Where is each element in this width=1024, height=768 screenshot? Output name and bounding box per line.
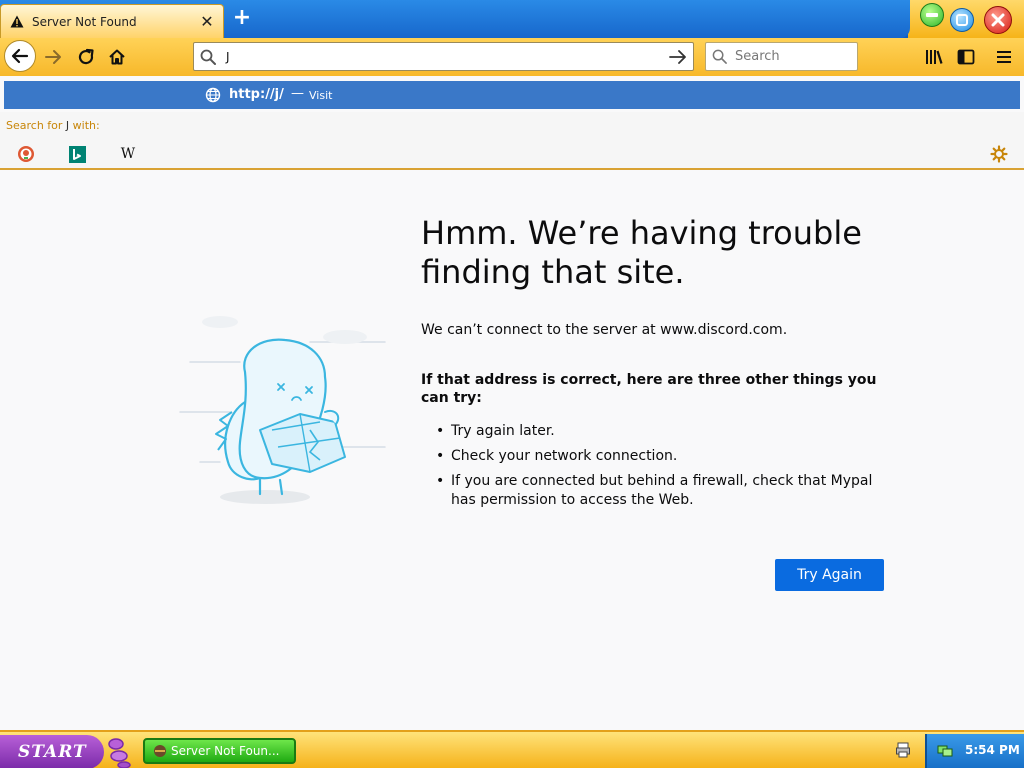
error-page: Hmm. We’re having trouble finding that s… [0, 172, 1024, 730]
browser-app-icon [154, 745, 166, 757]
sidebar-icon [957, 49, 975, 64]
search-icon [200, 49, 216, 65]
suggestion-list: Try again later. Check your network conn… [436, 422, 876, 516]
library-button[interactable] [925, 48, 943, 65]
navigation-toolbar: J Search [0, 38, 1024, 76]
maximize-icon [956, 14, 968, 26]
address-bar[interactable]: J [193, 42, 694, 71]
duckduckgo-icon[interactable] [17, 145, 35, 163]
list-item: Check your network connection. [436, 447, 876, 466]
home-button[interactable] [107, 47, 127, 67]
bing-icon[interactable] [68, 145, 86, 163]
maximize-button[interactable] [950, 8, 974, 32]
search-with-header: Search for J with: [6, 119, 100, 132]
list-item: Try again later. [436, 422, 876, 441]
start-button[interactable]: START [0, 735, 104, 768]
taskbar: START Server Not Foun... 5:54 PM [0, 730, 1024, 768]
home-icon [109, 49, 125, 65]
lost-creature-illustration [179, 316, 386, 504]
forward-button[interactable] [43, 48, 63, 66]
error-title: Hmm. We’re having trouble finding that s… [421, 214, 862, 291]
tab-strip: Server Not Found ✕ + [0, 0, 1024, 38]
address-input-value[interactable]: J [226, 50, 669, 64]
warning-icon [9, 14, 25, 30]
back-arrow-icon [11, 48, 29, 64]
back-button[interactable] [4, 40, 36, 72]
try-again-button[interactable]: Try Again [775, 559, 884, 591]
printer-tray-icon[interactable] [896, 742, 910, 758]
go-arrow-icon[interactable] [669, 49, 687, 64]
tab-title: Server Not Found [32, 14, 137, 29]
search-header-prefix: Search for [6, 119, 66, 132]
one-off-search-panel: Search for J with: W [0, 112, 1024, 170]
suggestion-separator: — [291, 86, 304, 101]
new-tab-button[interactable]: + [232, 7, 252, 29]
close-window-button[interactable] [984, 6, 1012, 34]
menu-button[interactable] [996, 48, 1014, 65]
search-icon [712, 49, 727, 64]
suggestion-action: Visit [309, 89, 333, 102]
reload-button[interactable] [76, 47, 96, 67]
error-subheading: If that address is correct, here are thr… [421, 372, 877, 406]
network-icon[interactable] [937, 742, 953, 758]
globe-icon [205, 87, 221, 103]
hamburger-menu-icon [997, 50, 1011, 63]
minimize-icon [926, 13, 938, 17]
suggestion-url: http://j/ [229, 87, 284, 102]
minimize-button[interactable] [920, 3, 944, 27]
reload-icon [78, 48, 94, 65]
taskbar-item-browser[interactable]: Server Not Foun... [143, 738, 296, 764]
search-settings-gear-icon[interactable] [990, 145, 1008, 163]
error-description: We can’t connect to the server at www.di… [421, 322, 788, 338]
taskbar-clock[interactable]: 5:54 PM [965, 743, 1020, 757]
tab-server-not-found[interactable]: Server Not Found ✕ [0, 4, 224, 38]
library-icon [926, 49, 943, 64]
start-ornament-icon [108, 738, 131, 768]
taskbar-item-label: Server Not Foun... [171, 744, 280, 758]
search-header-suffix: with: [69, 119, 100, 132]
close-tab-icon[interactable]: ✕ [199, 13, 215, 30]
close-icon [991, 13, 1005, 27]
forward-arrow-icon [45, 50, 61, 64]
sidebar-toggle-button[interactable] [957, 48, 975, 65]
wikipedia-icon[interactable]: W [119, 145, 137, 163]
search-placeholder: Search [735, 49, 780, 64]
list-item: If you are connected but behind a firewa… [436, 472, 876, 510]
search-box[interactable]: Search [705, 42, 858, 71]
system-tray: 5:54 PM [925, 734, 1024, 768]
url-suggestion-row[interactable]: http://j/ — Visit [4, 81, 1020, 109]
